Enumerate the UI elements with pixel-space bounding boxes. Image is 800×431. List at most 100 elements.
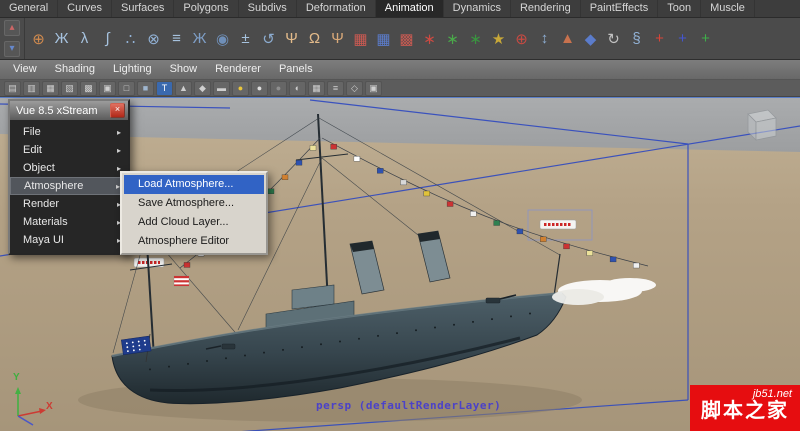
viewport-toolbar-icon[interactable]: ▣ — [99, 80, 116, 96]
axis-x-label: X — [46, 401, 53, 412]
menu-tab[interactable]: Surfaces — [112, 0, 175, 17]
viewport-toolbar-icon[interactable]: T — [156, 80, 173, 96]
menu-tab[interactable]: PaintEffects — [581, 0, 659, 17]
shelf-icon[interactable]: Ψ — [280, 22, 303, 56]
close-icon[interactable]: × — [110, 103, 125, 118]
menu-tab[interactable]: Toon — [658, 0, 702, 17]
viewport-toolbar-icon[interactable]: ▥ — [23, 80, 40, 96]
shelf-icon[interactable]: ↺ — [257, 22, 280, 56]
shelf: ▴ ▾ ⊕ Ж λ ∫ ∴ ⊗ ≡ Ж ◉ ± ↺ Ψ Ω Ψ ▦ ▦ ▩ ∗ … — [0, 18, 800, 60]
menu-tab[interactable]: Polygons — [174, 0, 239, 17]
viewport-menu-item[interactable]: Panels — [270, 60, 322, 79]
shelf-icon[interactable]: ◉ — [211, 22, 234, 56]
submenu-arrow-icon — [117, 146, 121, 155]
shelf-icon[interactable]: Ω — [303, 22, 326, 56]
viewport-toolbar-icon[interactable]: ◆ — [194, 80, 211, 96]
shelf-icon[interactable]: ↻ — [602, 22, 625, 56]
viewport-menu-item[interactable]: Show — [161, 60, 207, 79]
submenu-arrow-icon — [117, 128, 121, 137]
vue-menu-item[interactable]: Edit — [10, 141, 128, 159]
menu-tab[interactable]: Curves — [58, 0, 112, 17]
submenu-item[interactable]: Save Atmosphere... — [124, 194, 264, 213]
shelf-icon[interactable]: ▦ — [372, 22, 395, 56]
menu-tab[interactable]: Dynamics — [444, 0, 511, 17]
shelf-icon[interactable]: ★ — [487, 22, 510, 56]
shelf-icon[interactable]: ≡ — [165, 22, 188, 56]
menu-tab[interactable]: Deformation — [297, 0, 376, 17]
shelf-icon[interactable]: ∗ — [418, 22, 441, 56]
shelf-icon[interactable]: ◆ — [579, 22, 602, 56]
shelf-icon[interactable]: Ж — [188, 22, 211, 56]
viewport-menu-item[interactable]: Lighting — [104, 60, 161, 79]
shelf-icon[interactable]: ⊕ — [510, 22, 533, 56]
vue-panel-titlebar[interactable]: Vue 8.5 xStream × — [10, 101, 128, 120]
submenu-item[interactable]: Atmosphere Editor — [124, 232, 264, 251]
vue-xstream-panel: Vue 8.5 xStream × File Edit Object — [8, 99, 130, 255]
watermark-name: 脚本之家 — [701, 400, 789, 422]
menu-tab[interactable]: Rendering — [511, 0, 581, 17]
shelf-icon[interactable]: ▦ — [349, 22, 372, 56]
shelf-icon[interactable]: + — [694, 22, 717, 56]
shelf-icon[interactable]: + — [671, 22, 694, 56]
vue-menu-item-label: File — [23, 126, 41, 138]
shelf-icon[interactable]: Ψ — [326, 22, 349, 56]
submenu-item[interactable]: Add Cloud Layer... — [124, 213, 264, 232]
vue-menu-item[interactable]: Atmosphere — [10, 177, 128, 195]
vue-menu-item[interactable]: Materials — [10, 213, 128, 231]
shelf-icon[interactable]: ∗ — [464, 22, 487, 56]
viewport-menu-item[interactable]: Shading — [46, 60, 104, 79]
main-menubar: General Curves Surfaces Polygons Subdivs… — [0, 0, 800, 18]
shelf-icon[interactable]: ⊗ — [142, 22, 165, 56]
viewport-toolbar-icon[interactable]: ◇ — [346, 80, 363, 96]
viewport-toolbar-icon[interactable]: ▬ — [213, 80, 230, 96]
viewport-toolbar-icon[interactable]: ▦ — [308, 80, 325, 96]
vue-menu-item[interactable]: Object — [10, 159, 128, 177]
vue-menu-item-label: Maya UI — [23, 234, 64, 246]
viewport-toolbar-icon[interactable]: ● — [251, 80, 268, 96]
vue-menu-item[interactable]: Maya UI — [10, 231, 128, 249]
shelf-icon[interactable]: ↕ — [533, 22, 556, 56]
shelf-icon[interactable]: ▩ — [395, 22, 418, 56]
shelf-icon[interactable]: Ж — [50, 22, 73, 56]
shelf-icon[interactable]: ∫ — [96, 22, 119, 56]
maya-window: General Curves Surfaces Polygons Subdivs… — [0, 0, 800, 431]
vue-menu-item[interactable]: Render — [10, 195, 128, 213]
vue-menu-item-label: Object — [23, 162, 55, 174]
shelf-icon[interactable]: λ — [73, 22, 96, 56]
shelf-icon[interactable]: ∴ — [119, 22, 142, 56]
viewport-menu-item[interactable]: Renderer — [206, 60, 270, 79]
shelf-icon[interactable]: + — [648, 22, 671, 56]
shelf-tab-icon[interactable]: ▴ — [4, 20, 20, 37]
menu-tab[interactable]: Subdivs — [239, 0, 297, 17]
viewport-toolbar-icon[interactable]: ▲ — [175, 80, 192, 96]
submenu-item[interactable]: Load Atmosphere... — [124, 175, 264, 194]
menu-tab[interactable]: Animation — [375, 0, 444, 17]
shelf-tab-icon[interactable]: ▾ — [4, 40, 20, 57]
viewport-toolbar-icon[interactable]: ▣ — [365, 80, 382, 96]
vue-panel-title: Vue 8.5 xStream — [16, 104, 98, 117]
vue-menu-item-label: Edit — [23, 144, 42, 156]
viewport-toolbar-icon[interactable]: ▧ — [61, 80, 78, 96]
viewport-toolbar-icon[interactable]: ≡ — [327, 80, 344, 96]
viewport-toolbar-icon[interactable]: ▤ — [4, 80, 21, 96]
shelf-icon[interactable]: ⊕ — [27, 22, 50, 56]
viewport-toolbar-icon[interactable]: □ — [118, 80, 135, 96]
shelf-icon[interactable]: ∗ — [441, 22, 464, 56]
viewport-toolbar-icon[interactable]: ● — [232, 80, 249, 96]
view-cube-icon[interactable] — [747, 109, 777, 141]
menu-tab[interactable]: Muscle — [701, 0, 755, 17]
shelf-icon[interactable]: § — [625, 22, 648, 56]
viewport-toolbar-icon[interactable]: ▦ — [42, 80, 59, 96]
watermark-site: jb51.net — [752, 388, 792, 400]
viewport-menu-item[interactable]: View — [4, 60, 46, 79]
axis-y-label: Y — [13, 372, 20, 383]
vue-menu-item[interactable]: File — [10, 123, 128, 141]
viewport-toolbar-icon[interactable]: ◐ — [289, 80, 306, 96]
viewport-toolbar-icon[interactable]: ■ — [137, 80, 154, 96]
shelf-icon[interactable]: ▲ — [556, 22, 579, 56]
viewport-toolbar-icon[interactable]: ▩ — [80, 80, 97, 96]
menu-tab[interactable]: General — [0, 0, 59, 17]
shelf-icon[interactable]: ± — [234, 22, 257, 56]
viewport-toolbar-icon[interactable]: ● — [270, 80, 287, 96]
persp-camera-label: persp (defaultRenderLayer) — [316, 399, 502, 412]
